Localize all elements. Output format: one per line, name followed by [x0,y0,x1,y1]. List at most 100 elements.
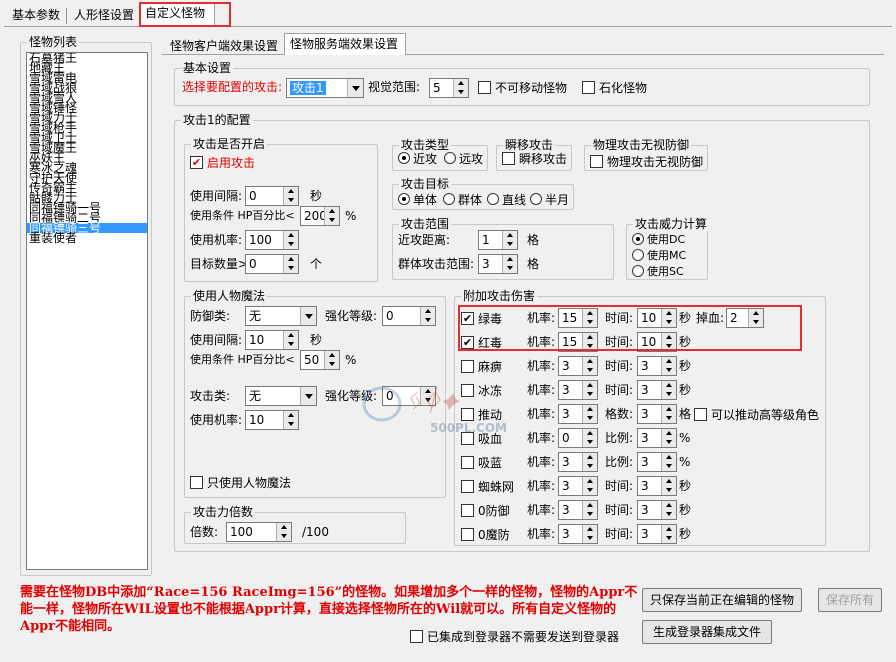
extra-8-rate-spinner[interactable]: 3 [558,500,598,520]
enhance1-spinner[interactable]: 0 [382,306,436,326]
spinner-arrows-icon[interactable] [582,381,597,399]
spinner-arrows-icon[interactable] [453,79,468,97]
chevron-down-icon[interactable] [347,79,363,97]
spinner-arrows-icon[interactable] [582,429,597,447]
radio-icon[interactable] [632,233,644,245]
spinner-arrows-icon[interactable] [582,525,597,543]
radio-icon[interactable] [398,152,410,164]
power-dc-radio[interactable]: 使用DC [632,231,685,247]
radio-icon[interactable] [530,193,542,205]
integrated-checkbox[interactable]: 已集成到登录器不需要发送到登录器 [410,628,619,644]
spinner-arrows-icon[interactable] [661,477,676,495]
spinner-arrows-icon[interactable] [276,523,291,541]
near-dist-spinner[interactable]: 1 [478,230,518,250]
spinner-arrows-icon[interactable] [661,405,676,423]
check-icon[interactable] [461,527,474,541]
checkbox-icon[interactable] [478,80,491,94]
multiplier-spinner[interactable]: 100 [226,522,292,542]
group-range-spinner[interactable]: 3 [478,254,518,274]
power-sc-radio[interactable]: 使用SC [632,263,684,279]
checkbox-icon[interactable] [410,629,423,643]
magic-rate-spinner[interactable]: 10 [245,410,299,430]
spinner-arrows-icon[interactable] [324,207,339,225]
check-icon[interactable]: ✔ [190,155,203,169]
power-mc-radio[interactable]: 使用MC [632,247,686,263]
extra-2-rate-spinner[interactable]: 3 [558,356,598,376]
hp-cond-spinner[interactable]: 200 [300,206,340,226]
radio-icon[interactable] [398,193,410,205]
ignore-defense-checkbox[interactable]: 物理攻击无视防御 [590,153,703,169]
target-half-radio[interactable]: 半月 [530,191,569,207]
save-all-button[interactable]: 保存所有 [818,588,882,612]
extra-8-checkbox[interactable]: 0防御 [461,502,510,518]
extra-9-p2-spinner[interactable]: 3 [637,524,677,544]
spinner-arrows-icon[interactable] [661,453,676,471]
extra-8-p2-spinner[interactable]: 3 [637,500,677,520]
radio-icon[interactable] [632,265,644,277]
radio-icon[interactable] [487,193,499,205]
checkbox-icon[interactable] [590,154,603,168]
target-line-radio[interactable]: 直线 [487,191,526,207]
magic-cond-spinner[interactable]: 50 [300,350,340,370]
immovable-checkbox[interactable]: 不可移动怪物 [478,79,567,95]
rate-spinner[interactable]: 100 [245,230,299,250]
tab-server-effects[interactable]: 怪物服务端效果设置 [286,34,402,56]
tab-client-effects[interactable]: 怪物客户端效果设置 [166,36,282,58]
monster-list[interactable]: 石墓猪王 地藏王 雪域雷电 雪域战狼 雪域雪人 雪域锤怪 雪域力士 雪域枪手 雪域卫士 雪域魔王巫… [26,52,148,570]
type-near-radio[interactable]: 近攻 [398,150,437,166]
view-range-spinner[interactable]: 5 [429,78,469,98]
extra-4-p2-spinner[interactable]: 3 [637,404,677,424]
spinner-arrows-icon[interactable] [283,255,298,273]
only-human-magic-checkbox[interactable]: 只使用人物魔法 [190,474,291,490]
checkbox-icon[interactable] [582,80,595,94]
extra-4-extra-checkbox[interactable]: 可以推动高等级角色 [694,406,819,422]
targets-spinner[interactable]: 0 [245,254,299,274]
spinner-arrows-icon[interactable] [283,411,298,429]
spinner-arrows-icon[interactable] [661,381,676,399]
extra-7-checkbox[interactable]: 蜘蛛网 [461,478,514,494]
tab-basic-params[interactable]: 基本参数 [8,5,64,27]
spinner-arrows-icon[interactable] [502,231,517,249]
enable-attack-checkbox[interactable]: ✔ 启用攻击 [190,154,255,170]
generate-integration-button[interactable]: 生成登录器集成文件 [642,620,772,644]
extra-6-p2-spinner[interactable]: 3 [637,452,677,472]
check-icon[interactable] [461,455,474,469]
spinner-arrows-icon[interactable] [283,331,298,349]
extra-9-rate-spinner[interactable]: 3 [558,524,598,544]
check-icon[interactable] [461,503,474,517]
radio-icon[interactable] [444,152,456,164]
attack-type-magic-select[interactable]: 无 [245,386,317,406]
extra-6-rate-spinner[interactable]: 3 [558,452,598,472]
save-current-button[interactable]: 只保存当前正在编辑的怪物 [642,588,802,612]
spinner-arrows-icon[interactable] [661,525,676,543]
chevron-down-icon[interactable] [300,307,316,325]
extra-5-rate-spinner[interactable]: 0 [558,428,598,448]
petrify-checkbox[interactable]: 石化怪物 [582,79,647,95]
spinner-arrows-icon[interactable] [661,501,676,519]
spinner-arrows-icon[interactable] [661,429,676,447]
spinner-arrows-icon[interactable] [283,187,298,205]
tab-humanoid[interactable]: 人形怪设置 [70,5,138,27]
spinner-arrows-icon[interactable] [582,477,597,495]
spinner-arrows-icon[interactable] [582,357,597,375]
chevron-down-icon[interactable] [300,387,316,405]
defense-type-select[interactable]: 无 [245,306,317,326]
spinner-arrows-icon[interactable] [324,351,339,369]
spinner-arrows-icon[interactable] [283,231,298,249]
check-icon[interactable] [461,359,474,373]
spinner-arrows-icon[interactable] [582,453,597,471]
target-single-radio[interactable]: 单体 [398,191,437,207]
type-far-radio[interactable]: 远攻 [444,150,483,166]
target-group-radio[interactable]: 群体 [443,191,482,207]
checkbox-icon[interactable] [694,407,707,421]
extra-3-rate-spinner[interactable]: 3 [558,380,598,400]
extra-5-p2-spinner[interactable]: 3 [637,428,677,448]
check-icon[interactable] [461,479,474,493]
spinner-arrows-icon[interactable] [502,255,517,273]
extra-9-checkbox[interactable]: 0魔防 [461,526,510,542]
radio-icon[interactable] [443,193,455,205]
spinner-arrows-icon[interactable] [420,307,435,325]
extra-2-p2-spinner[interactable]: 3 [637,356,677,376]
magic-interval-spinner[interactable]: 10 [245,330,299,350]
checkbox-icon[interactable] [190,475,203,489]
